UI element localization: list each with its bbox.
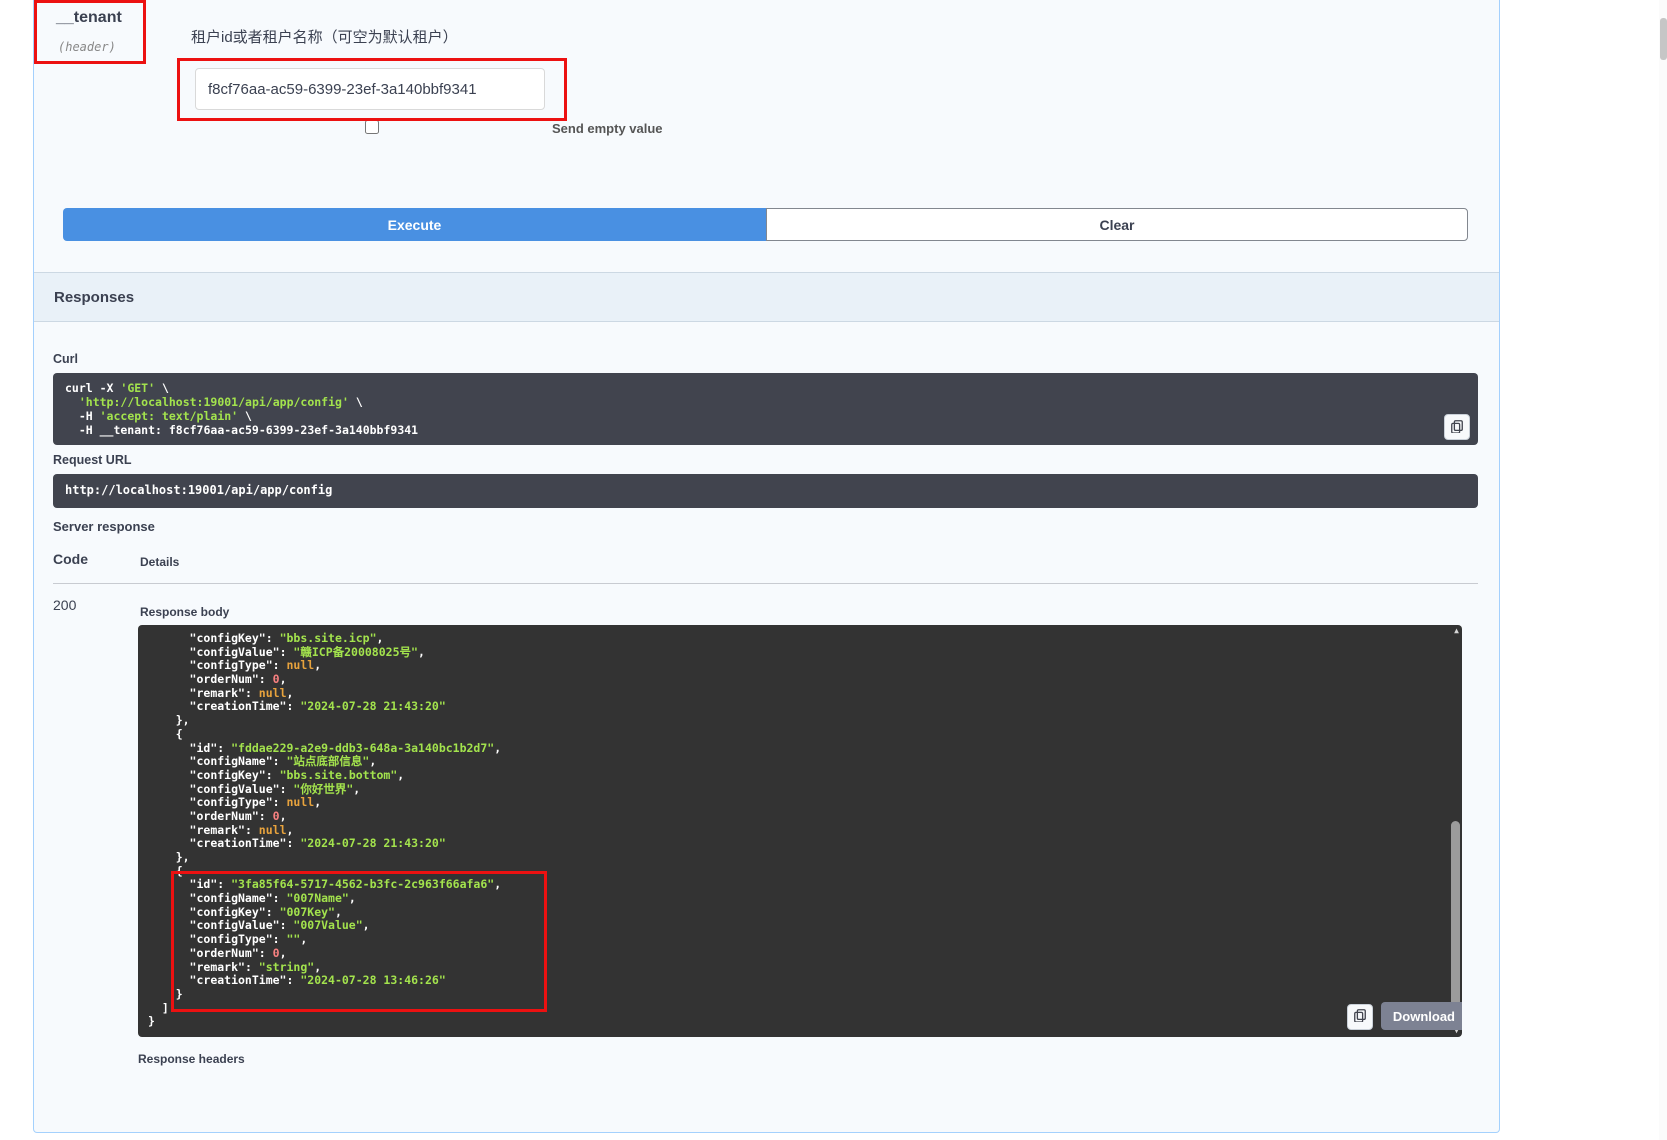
curl-command-block: curl -X 'GET' \ 'http://localhost:19001/… — [53, 373, 1478, 445]
param-description: 租户id或者租户名称（可空为默认租户） — [191, 26, 458, 47]
page-scrollbar[interactable] — [1659, 0, 1667, 1140]
operation-block: __tenant (header) 租户id或者租户名称（可空为默认租户） Se… — [33, 0, 1500, 1133]
response-body-label: Response body — [140, 605, 229, 619]
clipboard-icon — [1450, 419, 1464, 436]
copy-curl-button[interactable] — [1444, 414, 1470, 440]
param-name: __tenant — [56, 9, 122, 27]
request-url-label: Request URL — [53, 453, 131, 467]
execute-button[interactable]: Execute — [63, 208, 766, 241]
download-button[interactable]: Download — [1381, 1002, 1462, 1030]
details-column-header: Details — [140, 555, 179, 569]
page-scrollbar-thumb[interactable] — [1660, 18, 1667, 60]
server-response-label: Server response — [53, 519, 155, 534]
clipboard-icon — [1353, 1008, 1367, 1026]
send-empty-checkbox[interactable] — [365, 120, 379, 134]
code-column-header: Code — [53, 551, 88, 567]
scrollbar-thumb[interactable] — [1451, 821, 1460, 1028]
send-empty-label: Send empty value — [552, 121, 663, 136]
request-url-block: http://localhost:19001/api/app/config — [53, 474, 1478, 508]
request-url-value: http://localhost:19001/api/app/config — [65, 483, 332, 497]
status-code: 200 — [53, 597, 76, 613]
response-headers-label: Response headers — [138, 1052, 245, 1066]
responses-title: Responses — [54, 289, 134, 306]
table-header-divider — [53, 583, 1478, 584]
responses-section-header: Responses — [34, 272, 1499, 322]
response-body-block: "configKey": "bbs.site.icp", "configValu… — [138, 625, 1462, 1037]
tenant-value-input[interactable] — [195, 68, 545, 110]
scroll-up-icon[interactable]: ▲ — [1454, 627, 1459, 635]
param-location: (header) — [58, 40, 116, 54]
curl-label: Curl — [53, 352, 78, 366]
clear-button[interactable]: Clear — [766, 208, 1468, 241]
copy-response-button[interactable] — [1347, 1004, 1373, 1030]
